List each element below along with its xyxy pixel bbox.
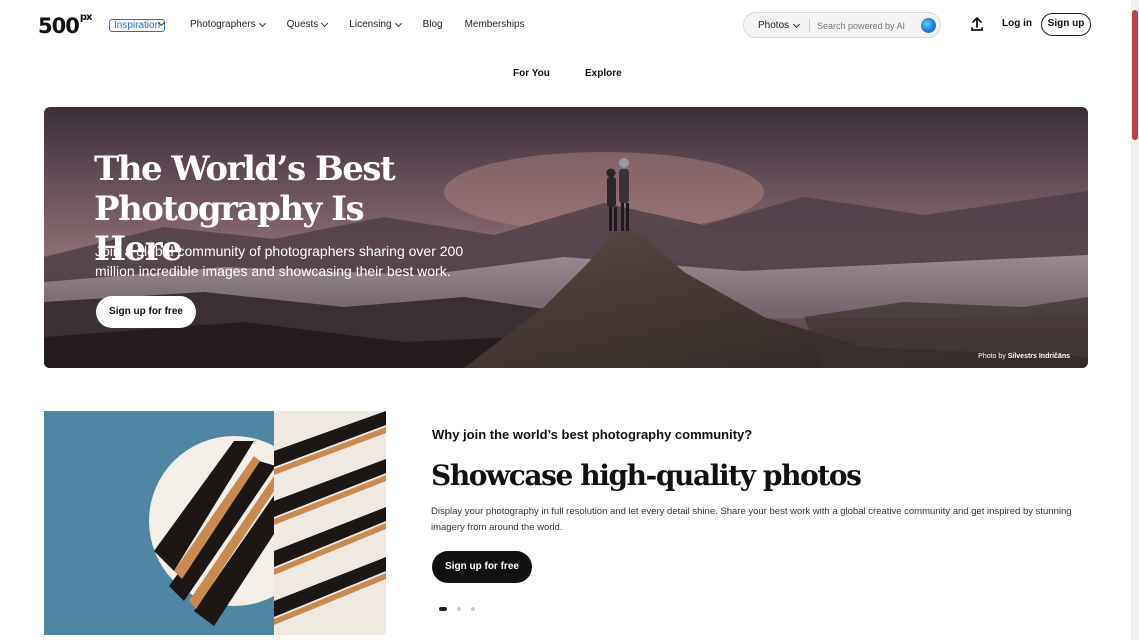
feature-image [44,411,386,635]
nav-item-memberships[interactable]: Memberships [465,19,525,30]
inspiration-badge[interactable]: Inspiration [109,19,166,32]
hero-title-line: The World’s Best [94,149,396,189]
nav-item-licensing[interactable]: Licensing [349,19,402,30]
nav-label: Licensing [349,19,392,30]
search-category-select[interactable]: Photos [758,20,801,31]
tab-explore[interactable]: Explore [581,65,626,83]
logo-text: 500 [38,14,80,38]
photo-credit-name: Silvestrs Indričāns [1007,353,1070,360]
nav-item-quests[interactable]: Quests [286,19,329,30]
nav-item-photographers[interactable]: Photographers [190,19,266,30]
signup-button[interactable]: Sign up [1041,13,1091,36]
photo-credit-prefix: Photo by [978,353,1008,360]
logo-sup: px [79,12,93,23]
chevron-down-icon[interactable] [157,17,166,28]
carousel-dot[interactable] [457,607,461,611]
search-input[interactable] [817,18,915,33]
carousel-dot[interactable] [439,607,447,611]
search-category-label: Photos [758,20,790,31]
scrollbar[interactable] [1131,0,1139,640]
hero-banner: The World’s Best Photography Is Here Joi… [44,107,1088,368]
carousel-dots [439,607,475,611]
nav-item-blog[interactable]: Blog [423,19,443,30]
login-button[interactable]: Log in [998,14,1036,34]
feature-body: Display your photography in full resolut… [431,506,1072,533]
hero-signup-button[interactable]: Sign up for free [96,296,196,328]
feature-title: Showcase high-quality photos [431,459,862,492]
search-bar: Photos [743,12,941,38]
chevron-down-icon [394,19,402,27]
upload-icon[interactable] [970,16,984,32]
divider [809,19,810,32]
architecture-photo [44,411,386,635]
chevron-down-icon [793,20,801,28]
main-nav: Photographers Quests Licensing Blog Memb… [190,19,525,30]
photo-credit[interactable]: Photo by Silvestrs Indričāns [978,353,1070,360]
top-navigation: 500px Inspiration Photographers Quests L… [0,0,1139,50]
scrollbar-thumb[interactable] [1132,10,1138,140]
nav-label: Quests [286,19,319,30]
chevron-down-icon [258,19,266,27]
carousel-dot[interactable] [471,607,475,611]
hero-subtitle: Join a global community of photographers… [95,243,464,279]
tab-for-you[interactable]: For You [509,65,554,83]
nav-label: Blog [422,19,443,30]
ai-orb-icon[interactable] [921,18,936,33]
feature-question: Why join the world’s best photography co… [432,427,753,442]
feature-signup-button[interactable]: Sign up for free [432,551,532,583]
nav-label: Photographers [190,19,256,30]
logo[interactable]: 500px [38,12,93,38]
chevron-down-icon [321,19,329,27]
nav-label: Memberships [464,19,525,30]
